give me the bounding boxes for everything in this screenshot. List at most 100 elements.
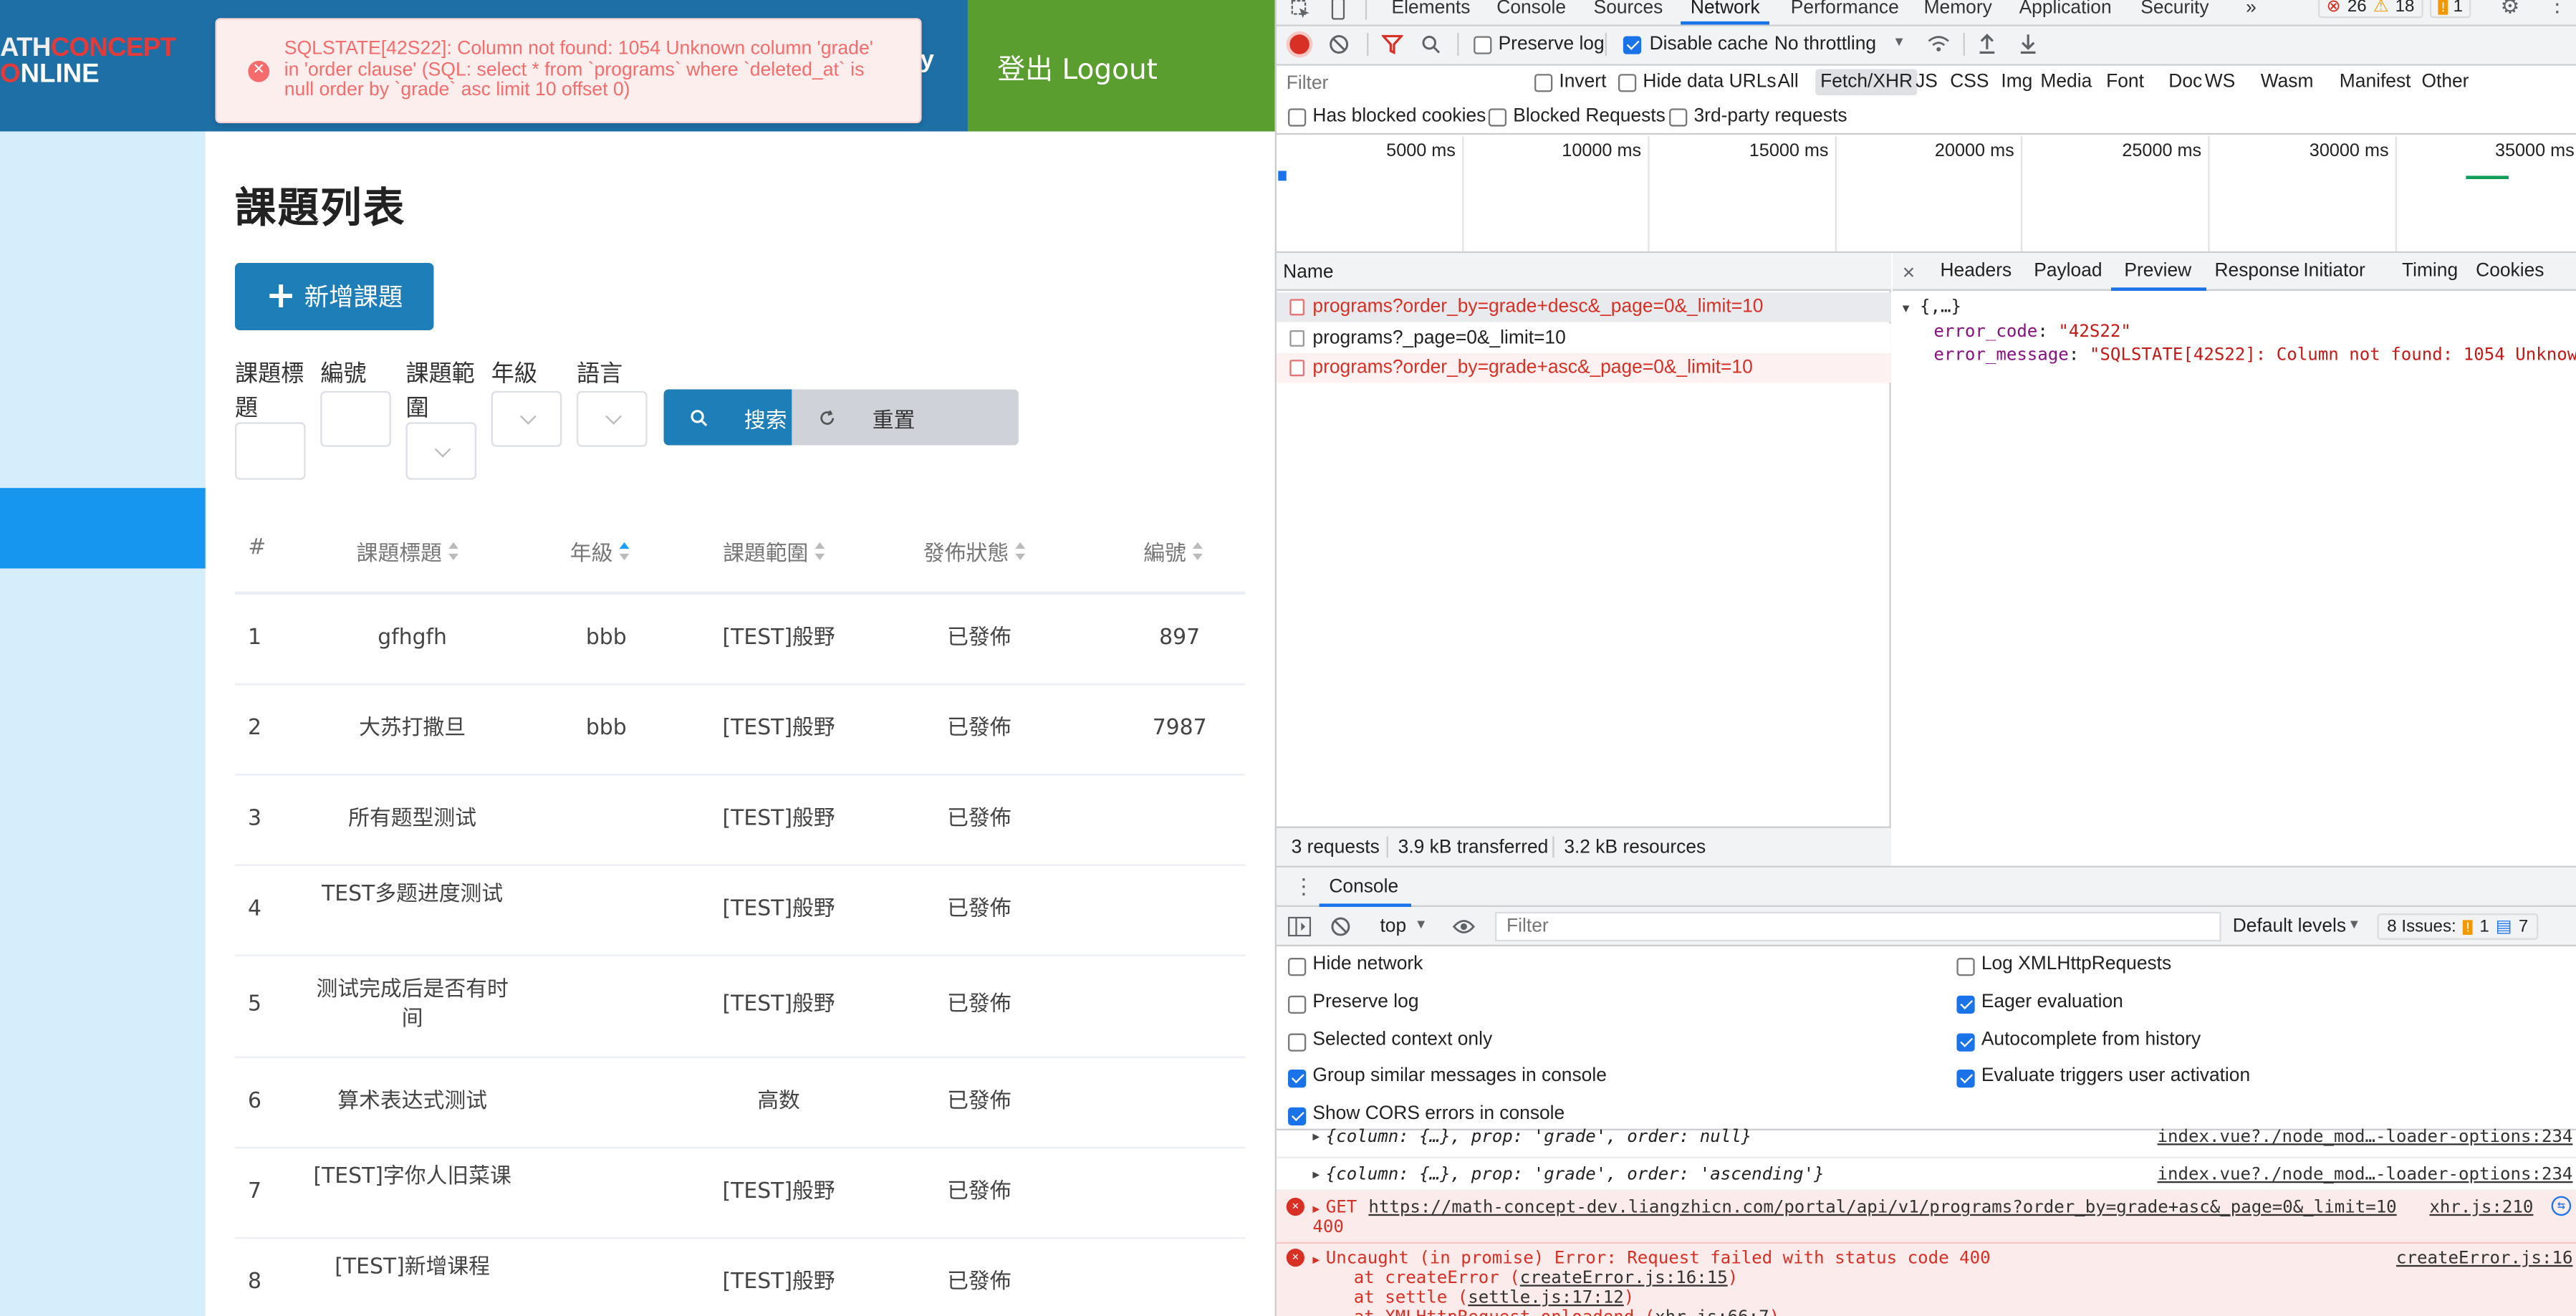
tab-elements[interactable]: Elements [1392, 0, 1471, 18]
type-filter-ws[interactable]: WS [2205, 72, 2235, 92]
console-error-source[interactable]: createError.js:16 [2396, 1249, 2572, 1269]
search-button[interactable]: 搜索 [663, 389, 792, 446]
third-party-checkbox[interactable] [1669, 108, 1688, 127]
table-row[interactable]: 7 [TEST]字你人旧菜课 [TEST]般野 已發佈 [235, 1147, 1245, 1237]
context-select[interactable]: top [1380, 917, 1406, 937]
issues-button[interactable]: 8 Issues: ! 1 ▤ 7 [2377, 913, 2539, 940]
network-request-icon[interactable]: ⇆ [2551, 1196, 2572, 1216]
console-setting-checkbox[interactable] [1288, 1108, 1307, 1126]
tab-application[interactable]: Application [2019, 0, 2112, 18]
table-row[interactable]: 4 TEST多题进度测试 [TEST]般野 已發佈 [235, 864, 1245, 954]
type-filter-css[interactable]: CSS [1950, 72, 1989, 92]
tab-console[interactable]: Console [1496, 0, 1566, 18]
console-message-source[interactable]: index.vue?./node_mod…-loader-options:234 [2158, 1165, 2573, 1185]
error-warning-counter[interactable]: ⊗ 26 ⚠ 18 [2317, 0, 2423, 19]
console-setting-checkbox[interactable] [1956, 958, 1975, 976]
detail-tab-response[interactable]: Response [2215, 261, 2300, 282]
blocked-requests-checkbox[interactable] [1488, 108, 1507, 127]
type-filter-other[interactable]: Other [2421, 72, 2469, 92]
sort-ascending-icon[interactable] [619, 541, 631, 562]
request-row[interactable]: programs?_page=0&_limit=10 [1276, 322, 1891, 352]
export-har-icon[interactable] [2019, 33, 2037, 54]
expand-triangle-icon[interactable]: ▶ [1312, 1250, 1320, 1270]
stack-frame-link[interactable]: xhr.js:66:7 [1655, 1308, 1769, 1316]
log-levels-select[interactable]: Default levels [2233, 917, 2346, 937]
table-row[interactable]: 8 [TEST]新增课程 [TEST]般野 已發佈 [235, 1237, 1245, 1316]
console-error-url[interactable]: https://math-concept-dev.liangzhicn.com/… [1368, 1198, 2396, 1218]
logout-button[interactable]: 登出 Logout [967, 0, 1275, 132]
more-options-icon[interactable]: ⋮ [2547, 0, 2568, 18]
console-setting-checkbox[interactable] [1956, 995, 1975, 1014]
console-setting-checkbox[interactable] [1956, 1070, 1975, 1089]
sort-icon[interactable] [1193, 541, 1204, 562]
search-icon[interactable] [1421, 34, 1441, 54]
disable-cache-checkbox[interactable] [1623, 36, 1642, 54]
inspect-element-icon[interactable] [1291, 0, 1312, 20]
sort-icon[interactable] [448, 541, 460, 562]
import-har-icon[interactable] [1978, 33, 1996, 54]
request-row[interactable]: programs?order_by=grade+asc&_page=0&_lim… [1276, 353, 1891, 383]
sidebar-item-active[interactable] [0, 488, 206, 569]
reset-button[interactable]: 重置 [792, 389, 1019, 446]
col-header-title[interactable]: 課題標題 [357, 536, 461, 567]
console-filter-input[interactable]: Filter [1494, 911, 2221, 942]
col-header-scope[interactable]: 課題範圍 [723, 536, 827, 567]
issues-counter[interactable]: ! 1 [2429, 0, 2471, 19]
clear-icon[interactable] [1329, 34, 1349, 54]
console-setting-checkbox[interactable] [1288, 995, 1307, 1014]
filter-title-input[interactable] [234, 422, 306, 480]
type-filter-js[interactable]: JS [1916, 72, 1938, 92]
record-icon[interactable] [1289, 34, 1309, 54]
type-filter-manifest[interactable]: Manifest [2340, 72, 2411, 92]
filter-scope-select[interactable] [405, 422, 477, 480]
stack-frame-link[interactable]: settle.js:17:12 [1468, 1288, 1623, 1308]
add-program-button[interactable]: + 新增課題 [234, 262, 434, 330]
type-filter-wasm[interactable]: Wasm [2261, 72, 2314, 92]
detail-tab-payload[interactable]: Payload [2034, 261, 2102, 282]
network-filter-input[interactable]: Filter [1281, 69, 1517, 97]
table-row[interactable]: 5 测试完成后是否有时间 [TEST]般野 已發佈 [235, 954, 1245, 1056]
type-filter-doc[interactable]: Doc [2168, 72, 2202, 92]
sidebar-toggle-icon[interactable] [1288, 916, 1312, 937]
detail-tab-initiator[interactable]: Initiator [2303, 261, 2365, 282]
type-filter-fetchxhr[interactable]: Fetch/XHR [1815, 69, 1918, 96]
drawer-tab-console[interactable]: Console [1329, 878, 1398, 898]
filter-grade-select[interactable] [491, 390, 562, 447]
table-row[interactable]: 6 算术表达式测试 高数 已發佈 [235, 1057, 1245, 1147]
console-setting-checkbox[interactable] [1288, 1070, 1307, 1089]
table-row[interactable]: 2 大苏打撒旦 bbb [TEST]般野 已發佈 7987 [235, 683, 1245, 774]
expand-triangle-icon[interactable]: ▶ [1312, 1165, 1320, 1185]
expand-triangle-icon[interactable]: ▶ [1312, 1199, 1320, 1219]
sort-icon[interactable] [814, 541, 827, 562]
sort-icon[interactable] [1015, 541, 1027, 562]
type-filter-media[interactable]: Media [2040, 72, 2092, 92]
console-setting-checkbox[interactable] [1956, 1032, 1975, 1051]
hide-data-urls-checkbox[interactable] [1618, 74, 1637, 92]
type-filter-all[interactable]: All [1777, 72, 1798, 92]
name-column-header[interactable]: Name [1283, 263, 1333, 283]
type-filter-img[interactable]: Img [2001, 72, 2032, 92]
tab-security[interactable]: Security [2140, 0, 2209, 18]
live-expression-eye-icon[interactable] [1452, 918, 1475, 935]
tab-performance[interactable]: Performance [1791, 0, 1899, 18]
filter-lang-select[interactable] [576, 390, 648, 447]
preview-root[interactable]: ▼ {,…} [1903, 296, 2576, 320]
console-message-source[interactable]: index.vue?./node_mod…-loader-options:234 [2158, 1127, 2573, 1147]
detail-tab-preview[interactable]: Preview [2124, 261, 2191, 282]
tab-network[interactable]: Network [1681, 0, 1770, 25]
detail-tab-headers[interactable]: Headers [1941, 261, 2012, 282]
drawer-menu-icon[interactable]: ⋮ [1293, 874, 1315, 900]
stack-frame-link[interactable]: createError.js:16:15 [1520, 1269, 1728, 1289]
expand-triangle-icon[interactable]: ▶ [1312, 1127, 1320, 1147]
close-icon[interactable]: × [1903, 259, 1915, 284]
request-row[interactable]: programs?order_by=grade+desc&_page=0&_li… [1276, 292, 1891, 322]
more-tabs-icon[interactable]: » [2246, 0, 2257, 18]
device-toolbar-icon[interactable] [1327, 0, 1349, 20]
table-row[interactable]: 3 所有题型测试 [TEST]般野 已發佈 [235, 774, 1245, 864]
type-filter-font[interactable]: Font [2106, 72, 2144, 92]
has-blocked-cookies-checkbox[interactable] [1288, 108, 1307, 127]
col-header-grade[interactable]: 年級 [570, 536, 631, 567]
filter-icon[interactable] [1381, 34, 1403, 54]
detail-tab-cookies[interactable]: Cookies [2476, 261, 2544, 282]
invert-checkbox[interactable] [1534, 74, 1553, 92]
